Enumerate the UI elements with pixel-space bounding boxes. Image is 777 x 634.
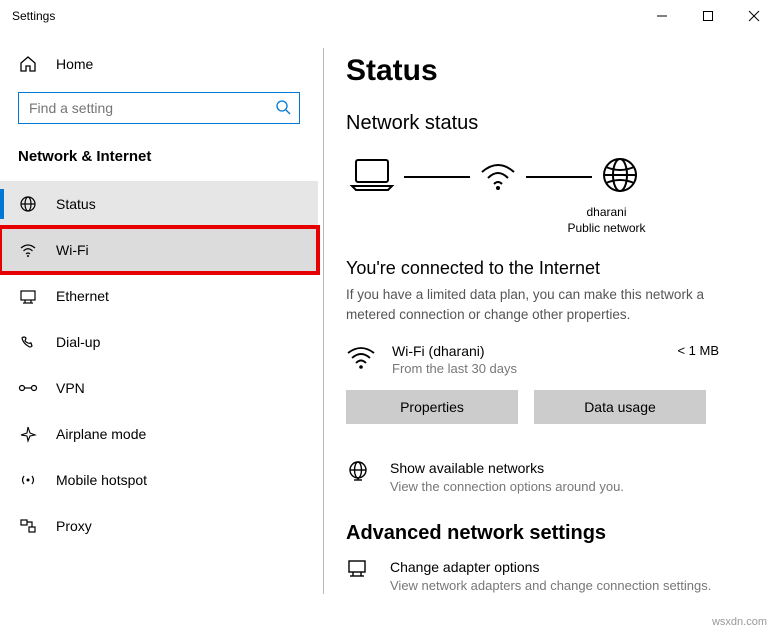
sidebar-item-label: Wi-Fi: [56, 242, 89, 258]
sidebar-item-label: Airplane mode: [56, 426, 146, 442]
window-title: Settings: [12, 9, 55, 23]
vpn-icon: [18, 381, 38, 395]
available-sub: View the connection options around you.: [390, 479, 624, 494]
nettype-label: Public network: [464, 220, 749, 236]
page-title: Status: [346, 54, 749, 88]
sidebar: Home Network & Internet Status Wi-Fi: [0, 32, 318, 634]
home-icon: [18, 55, 38, 73]
sidebar-item-wifi[interactable]: Wi-Fi: [0, 227, 318, 273]
minimize-button[interactable]: [639, 0, 685, 32]
advanced-heading: Advanced network settings: [346, 522, 749, 545]
close-button[interactable]: [731, 0, 777, 32]
wifi-diagram-icon: [478, 156, 518, 197]
data-usage-value: < 1 MB: [677, 343, 719, 358]
data-usage-button[interactable]: Data usage: [534, 390, 706, 424]
status-icon: [18, 195, 38, 213]
globe-diagram-icon: [600, 155, 640, 198]
change-adapter-options[interactable]: Change adapter options View network adap…: [346, 559, 749, 593]
main-content: Status Network status dharani Public net…: [318, 32, 777, 634]
sidebar-item-hotspot[interactable]: Mobile hotspot: [0, 457, 318, 503]
watermark: wsxdn.com: [712, 616, 767, 628]
ssid-label: dharani: [464, 204, 749, 220]
sidebar-item-label: Mobile hotspot: [56, 472, 147, 488]
sidebar-item-ethernet[interactable]: Ethernet: [0, 273, 318, 319]
hotspot-icon: [18, 471, 38, 489]
sidebar-item-label: VPN: [56, 380, 85, 396]
home-link[interactable]: Home: [0, 46, 318, 82]
show-available-networks[interactable]: Show available networks View the connect…: [346, 460, 749, 494]
properties-button[interactable]: Properties: [346, 390, 518, 424]
sidebar-item-vpn[interactable]: VPN: [0, 365, 318, 411]
connection-name: Wi-Fi (dharani): [392, 343, 517, 359]
diagram-label: dharani Public network: [464, 204, 749, 236]
network-diagram: [348, 155, 749, 198]
connection-wifi-icon: [346, 345, 380, 374]
sidebar-item-label: Dial-up: [56, 334, 100, 350]
connected-heading: You're connected to the Internet: [346, 258, 749, 279]
laptop-icon: [348, 156, 396, 197]
home-label: Home: [56, 56, 93, 72]
category-heading: Network & Internet: [0, 138, 318, 181]
sidebar-item-label: Ethernet: [56, 288, 109, 304]
sidebar-item-airplane[interactable]: Airplane mode: [0, 411, 318, 457]
connection-period: From the last 30 days: [392, 361, 517, 376]
globe-icon: [346, 460, 374, 487]
connected-description: If you have a limited data plan, you can…: [346, 285, 749, 324]
sidebar-item-status[interactable]: Status: [0, 181, 318, 227]
sidebar-item-label: Proxy: [56, 518, 92, 534]
connection-row: Wi-Fi (dharani) From the last 30 days < …: [346, 343, 749, 376]
airplane-icon: [18, 425, 38, 443]
network-status-heading: Network status: [346, 112, 749, 135]
maximize-button[interactable]: [685, 0, 731, 32]
adapter-sub: View network adapters and change connect…: [390, 578, 711, 593]
wifi-icon: [18, 241, 38, 259]
sidebar-item-proxy[interactable]: Proxy: [0, 503, 318, 549]
dialup-icon: [18, 333, 38, 351]
ethernet-icon: [18, 287, 38, 305]
search-input[interactable]: [18, 92, 300, 124]
adapter-title: Change adapter options: [390, 559, 711, 575]
proxy-icon: [18, 517, 38, 535]
available-title: Show available networks: [390, 460, 624, 476]
sidebar-item-label: Status: [56, 196, 96, 212]
search-field[interactable]: [27, 99, 275, 117]
window-controls: [639, 0, 777, 32]
search-icon: [275, 99, 291, 118]
adapter-icon: [346, 559, 374, 584]
sidebar-item-dialup[interactable]: Dial-up: [0, 319, 318, 365]
